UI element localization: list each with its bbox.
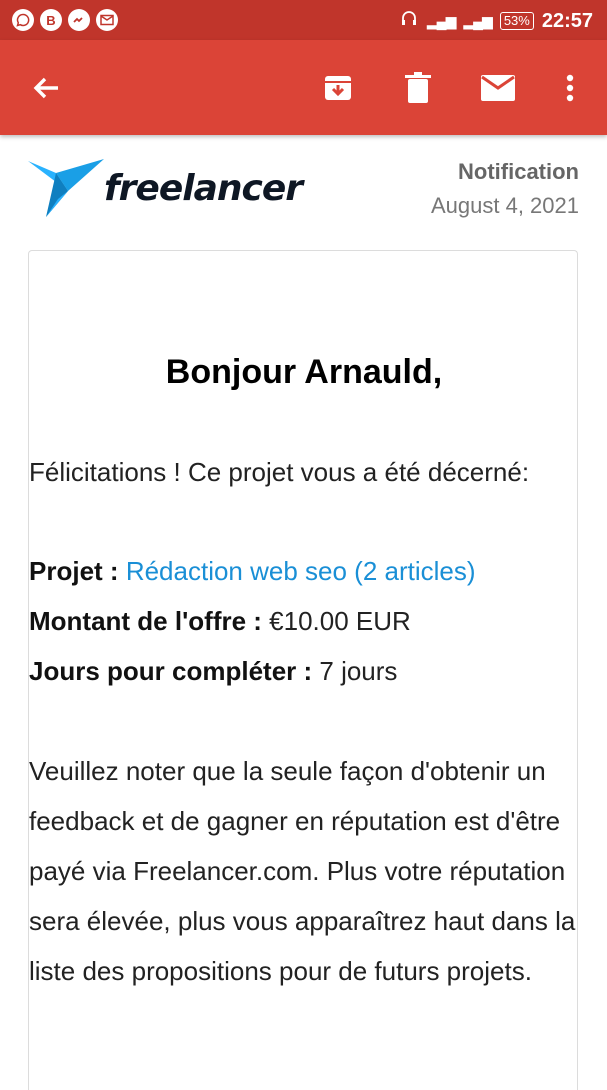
message-card: Bonjour Arnauld, Félicitations ! Ce proj… <box>28 250 578 1090</box>
email-meta: Notification August 4, 2021 <box>431 159 579 219</box>
project-label: Projet : <box>29 556 119 586</box>
congrats-text: Félicitations ! Ce projet vous a été déc… <box>29 457 530 487</box>
email-body: freelancer Notification August 4, 2021 B… <box>0 135 607 1090</box>
clock: 22:57 <box>541 9 593 32</box>
amount-label: Montant de l'offre : <box>29 606 262 636</box>
days-label: Jours pour compléter : <box>29 656 313 686</box>
toolbar <box>0 40 607 135</box>
mark-unread-button[interactable] <box>480 70 516 106</box>
days-value: 7 jours <box>319 656 398 686</box>
mail-icon <box>481 75 515 101</box>
headset-icon <box>399 8 419 34</box>
more-options-button[interactable] <box>552 70 588 106</box>
amount-row: Montant de l'offre : €10.00 EUR <box>29 596 577 646</box>
back-button[interactable] <box>28 70 64 106</box>
notification-label: Notification <box>458 159 579 184</box>
notification-icons: B <box>12 9 118 31</box>
email-date: August 4, 2021 <box>430 193 579 218</box>
brand-wordmark: freelancer <box>104 167 303 209</box>
delete-button[interactable] <box>400 70 436 106</box>
signal-icon-2: ▂▄▆ <box>463 12 492 29</box>
messenger-icon <box>68 9 90 31</box>
project-link[interactable]: Rédaction web seo (2 articles) <box>126 556 476 586</box>
archive-button[interactable] <box>320 70 356 106</box>
status-bar: B ▂▄▆ ▂▄▆ 53% 22:57 <box>0 0 607 40</box>
project-details: Projet : Rédaction web seo (2 articles) … <box>29 546 577 696</box>
b-icon: B <box>40 9 62 31</box>
trash-icon <box>405 72 431 103</box>
project-row: Projet : Rédaction web seo (2 articles) <box>29 546 577 596</box>
greeting: Bonjour Arnauld, <box>165 353 443 391</box>
whatsapp-icon <box>12 9 34 31</box>
amount-value: €10.00 EUR <box>269 606 411 636</box>
gmail-icon <box>96 9 118 31</box>
more-vert-icon <box>566 74 574 102</box>
days-row: Jours pour compléter : 7 jours <box>29 646 577 696</box>
status-indicators: ▂▄▆ ▂▄▆ 53% 22:57 <box>399 8 593 34</box>
archive-icon <box>325 76 351 100</box>
back-arrow-icon <box>33 77 58 99</box>
signal-icon: ▂▄▆ <box>426 12 456 29</box>
freelancer-logo: freelancer <box>28 157 303 219</box>
freelancer-bird-icon <box>28 159 104 217</box>
note-text: Veuillez noter que la seule façon d'obte… <box>29 756 576 986</box>
battery-indicator: 53% <box>499 12 534 30</box>
